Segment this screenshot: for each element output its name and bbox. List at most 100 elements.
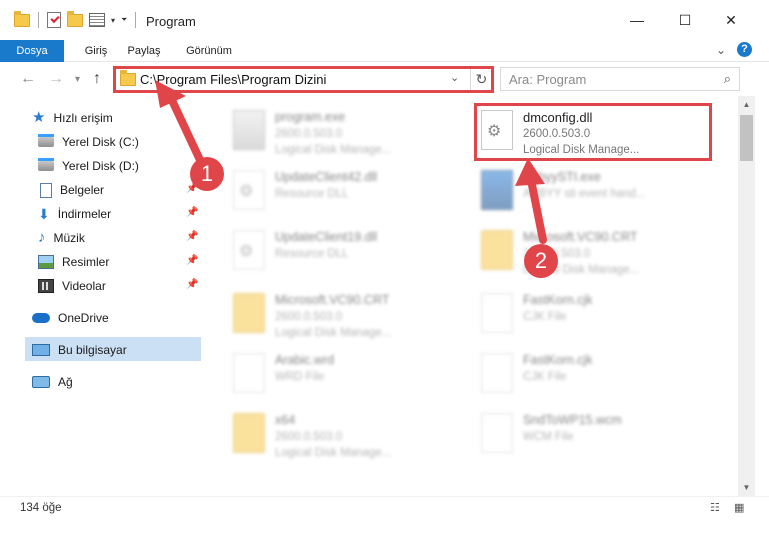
sidebar-item-network[interactable]: Ağ [32, 370, 73, 394]
chevron-down-icon[interactable]: ▾ [111, 16, 115, 25]
exe-icon [481, 170, 513, 210]
sidebar-item-label: Videolar [62, 279, 106, 293]
minimize-icon[interactable]: — [627, 10, 647, 30]
search-input[interactable]: Ara: Program ⌕ [500, 67, 740, 91]
highlight-box-address [113, 66, 494, 93]
sidebar-item-label: Bu bilgisayar [58, 343, 127, 357]
sidebar-item-disk-c[interactable]: Yerel Disk (C:) [38, 130, 139, 154]
sidebar-item-documents[interactable]: Belgeler 📌 [40, 178, 206, 202]
dll-icon [233, 230, 265, 270]
up-arrow-icon[interactable]: ↑ [93, 70, 101, 88]
file-item[interactable]: Microsoft.VC90.CRT 2600.0.503.0 Logical … [451, 220, 681, 276]
file-icon [481, 353, 513, 393]
tab-share[interactable]: Paylaş [122, 40, 166, 62]
file-item[interactable]: FastKorn.cjk CJK File [451, 283, 681, 339]
file-icon [481, 413, 513, 453]
forward-arrow-icon[interactable]: → [48, 70, 64, 88]
videos-icon [38, 279, 54, 293]
customize-qat-icon[interactable]: ⏷ [121, 15, 127, 25]
title-bar: ▾ ⏷ Program — ☐ ✕ [0, 0, 769, 40]
computer-icon [32, 344, 50, 356]
file-item[interactable]: UpdateClient42.dll Resource DLL [203, 160, 433, 216]
downloads-icon: ⬇ [38, 206, 50, 222]
status-bar: 134 öğe ☷ ▦ [0, 496, 769, 533]
pin-icon[interactable]: 📌 [186, 231, 198, 242]
sidebar-item-pictures[interactable]: Resimler 📌 [38, 250, 206, 274]
window-title: Program [146, 14, 196, 29]
folder-icon [233, 413, 265, 453]
separator [38, 12, 39, 28]
file-version: 2600.0.503.0 [275, 311, 343, 323]
vertical-scrollbar[interactable]: ▲ ▼ [738, 96, 755, 496]
new-folder-icon[interactable] [67, 10, 83, 27]
sidebar-item-label: Yerel Disk (D:) [62, 159, 139, 173]
file-item[interactable]: Arabic.wrd WRD File [203, 343, 433, 399]
details-view-icon[interactable]: ☷ [710, 501, 724, 514]
file-item[interactable]: FastKorn.cjk CJK File [451, 343, 681, 399]
disk-icon [38, 158, 54, 171]
file-type: CJK File [523, 311, 567, 323]
file-name: Microsoft.VC90.CRT [275, 293, 390, 307]
pin-icon[interactable]: 📌 [186, 279, 198, 290]
large-icons-view-icon[interactable]: ▦ [734, 501, 748, 514]
maximize-icon[interactable]: ☐ [675, 10, 695, 30]
file-item[interactable]: x64 2600.0.503.0 Logical Disk Manage... [203, 403, 433, 459]
scroll-up-icon[interactable]: ▲ [738, 96, 755, 113]
file-type: CJK File [523, 371, 567, 383]
file-type: WRD File [275, 371, 325, 383]
sidebar-item-label: Resimler [62, 255, 110, 269]
cloud-icon [32, 313, 50, 323]
scroll-down-icon[interactable]: ▼ [738, 479, 755, 496]
file-version: 2600.0.503.0 [275, 431, 343, 443]
sidebar-item-this-pc[interactable]: Bu bilgisayar [32, 338, 127, 362]
file-item[interactable]: program.exe 2600.0.503.0 Logical Disk Ma… [203, 100, 433, 156]
sidebar-item-label: Hızlı erişim [53, 111, 113, 125]
file-item[interactable]: SndToWP15.wcm WCM File [451, 403, 681, 459]
pin-icon[interactable]: 📌 [186, 255, 198, 266]
file-item[interactable]: UpdateClient19.dll Resource DLL [203, 220, 433, 276]
file-description: ABBYY sti event hand... [523, 188, 646, 200]
documents-icon [40, 182, 52, 198]
folder-icon [233, 293, 265, 333]
tab-home[interactable]: Giriş [74, 40, 118, 62]
file-item[interactable]: Microsoft.VC90.CRT 2600.0.503.0 Logical … [203, 283, 433, 339]
sidebar-item-disk-d[interactable]: Yerel Disk (D:) [38, 154, 139, 178]
file-version: 2600.0.503.0 [275, 128, 343, 140]
file-name: SndToWP15.wcm [523, 413, 622, 427]
view-properties-icon[interactable] [89, 13, 105, 27]
close-icon[interactable]: ✕ [721, 10, 741, 30]
ribbon-tabs: Dosya Giriş Paylaş Görünüm ⌄ [0, 40, 769, 96]
properties-check-icon[interactable] [47, 12, 61, 28]
sidebar-item-downloads[interactable]: ⬇ İndirmeler 📌 [38, 202, 206, 226]
file-name: UpdateClient42.dll [275, 170, 378, 184]
network-icon [32, 376, 50, 388]
music-icon: ♪ [38, 229, 46, 246]
sidebar-item-onedrive[interactable]: OneDrive [32, 306, 109, 330]
scrollbar-thumb[interactable] [740, 115, 753, 161]
tab-view[interactable]: Görünüm [178, 40, 240, 62]
folder-icon [481, 230, 513, 270]
back-arrow-icon[interactable]: ← [20, 70, 36, 88]
sidebar-item-label: OneDrive [58, 311, 109, 325]
recent-locations-icon[interactable]: ▾ [75, 74, 80, 85]
file-item[interactable]: AbbyySTI.exe ABBYY sti event hand... [451, 160, 681, 216]
file-description: Logical Disk Manage... [275, 144, 392, 156]
file-type: Resource DLL [275, 188, 349, 200]
sidebar-item-label: İndirmeler [57, 207, 112, 221]
search-icon[interactable]: ⌕ [724, 71, 731, 87]
sidebar-item-quick-access[interactable]: ★ Hızlı erişim [32, 106, 113, 130]
highlight-box-file [474, 103, 712, 161]
separator [135, 12, 137, 28]
file-name: program.exe [275, 110, 346, 124]
file-name: Microsoft.VC90.CRT [523, 230, 638, 244]
sidebar-item-videos[interactable]: Videolar 📌 [38, 274, 206, 298]
sidebar-item-music[interactable]: ♪ Müzik 📌 [38, 226, 206, 250]
file-description: Logical Disk Manage... [275, 327, 392, 339]
file-name: Arabic.wrd [275, 353, 335, 367]
quick-access-toolbar: ▾ ⏷ [14, 10, 138, 28]
pin-icon[interactable]: 📌 [186, 207, 198, 218]
help-icon[interactable]: ? [737, 42, 752, 57]
ribbon-expand-icon[interactable]: ⌄ [716, 43, 726, 57]
folder-icon[interactable] [14, 10, 30, 27]
file-description: Logical Disk Manage... [275, 447, 392, 459]
